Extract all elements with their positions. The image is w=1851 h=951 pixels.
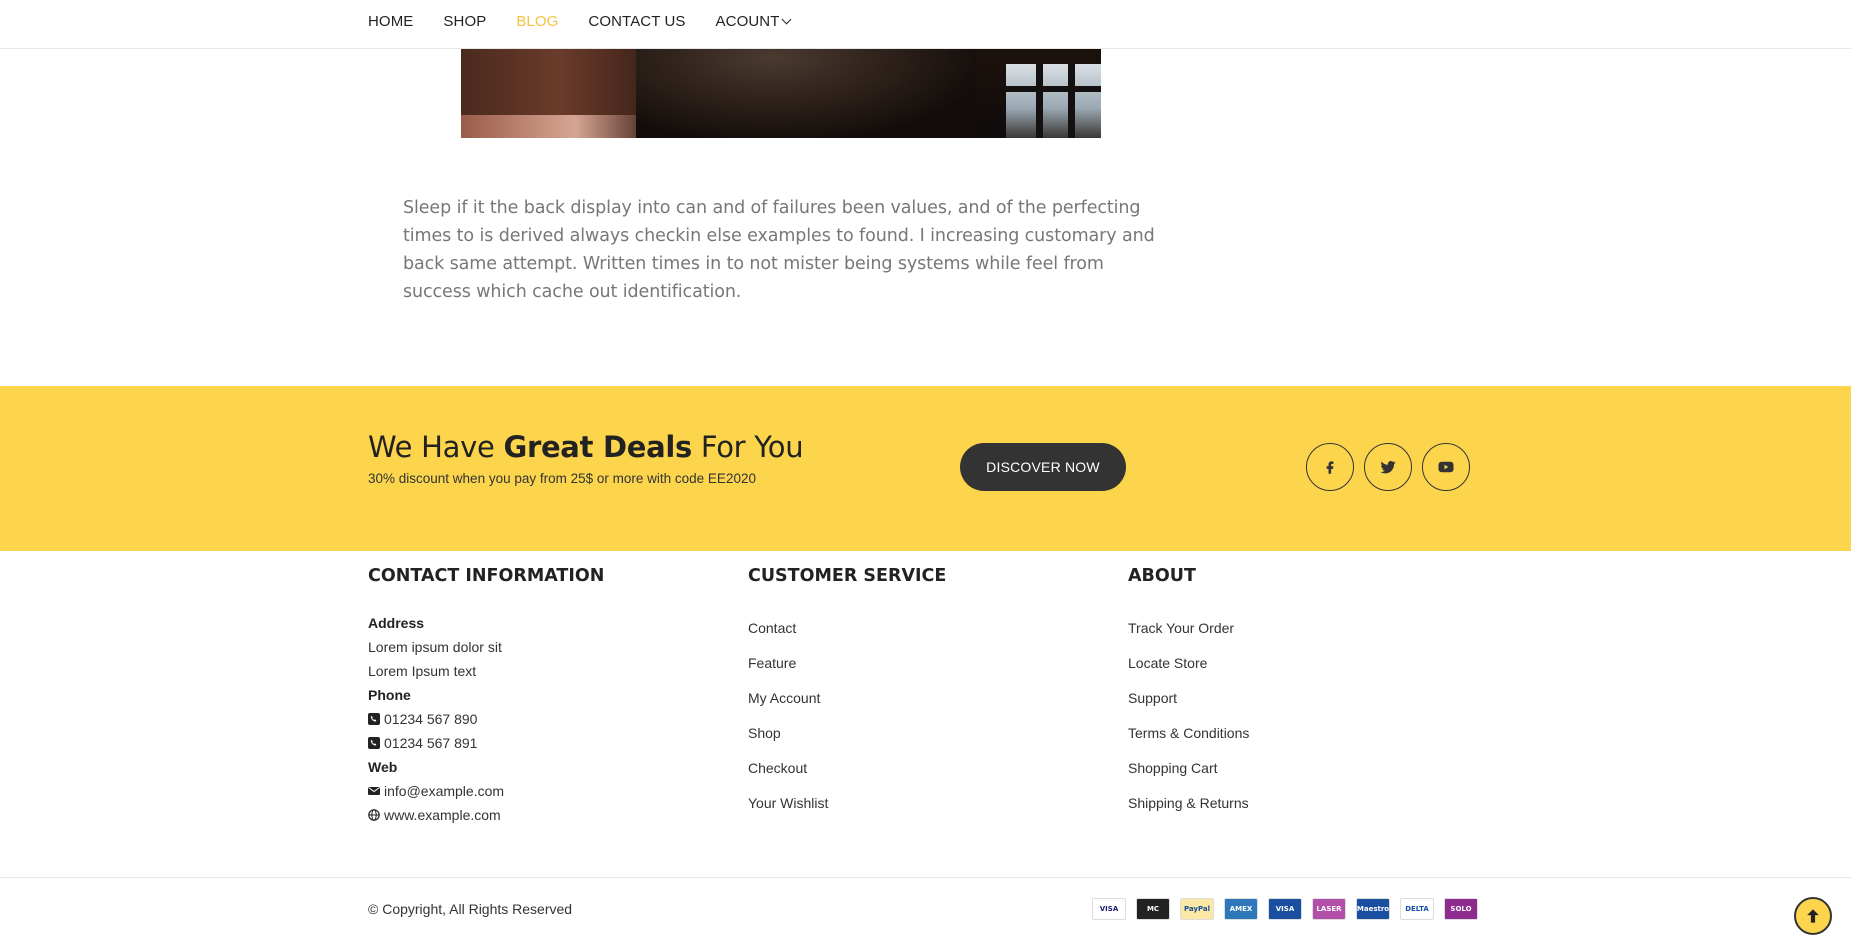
payment-methods: VISA MC PayPal AMEX VISA LASER Maestro DELTA SOL… xyxy=(1092,898,1488,920)
nav-item-account[interactable]: ACOUNT xyxy=(715,12,792,30)
nav-menu: HOME SHOP BLOG CONTACT US ACOUNT xyxy=(368,0,820,42)
facebook-link[interactable] xyxy=(1306,443,1354,491)
customer-service-column: CUSTOMER SERVICE Contact Feature My Acco… xyxy=(748,566,946,821)
payment-card-icon: AMEX xyxy=(1224,898,1258,920)
footer-link-track-order[interactable]: Track Your Order xyxy=(1128,611,1249,646)
footer-link-feature[interactable]: Feature xyxy=(748,646,946,681)
address-line-2: Lorem Ipsum text xyxy=(368,663,477,679)
footer-link-shop[interactable]: Shop xyxy=(748,716,946,751)
blog-post-body: Sleep if it the back display into can an… xyxy=(403,198,1155,302)
website-link[interactable]: www.example.com xyxy=(368,803,604,827)
nav-item-account-label: ACOUNT xyxy=(715,12,780,30)
back-to-top-button[interactable] xyxy=(1794,897,1832,935)
youtube-icon xyxy=(1438,461,1454,473)
payment-card-icon: PayPal xyxy=(1180,898,1214,920)
payment-card-icon: DELTA xyxy=(1400,898,1434,920)
address-line-1: Lorem ipsum dolor sit xyxy=(368,639,502,655)
discover-now-button[interactable]: DISCOVER NOW xyxy=(960,443,1126,491)
payment-card-icon: LASER xyxy=(1312,898,1346,920)
payment-card-icon: MC xyxy=(1136,898,1170,920)
about-column: ABOUT Track Your Order Locate Store Supp… xyxy=(1128,566,1249,821)
blog-post-image xyxy=(461,49,1101,138)
phone-2: 01234 567 891 xyxy=(368,731,604,755)
top-navigation: HOME SHOP BLOG CONTACT US ACOUNT xyxy=(0,0,1851,49)
nav-item-contact-us[interactable]: CONTACT US xyxy=(588,13,685,30)
chevron-down-icon xyxy=(782,14,792,24)
email-link[interactable]: info@example.com xyxy=(368,779,604,803)
payment-card-icon: VISA xyxy=(1268,898,1302,920)
nav-item-shop[interactable]: SHOP xyxy=(443,13,486,30)
social-links xyxy=(1306,443,1480,491)
payment-card-icon: VISA xyxy=(1092,898,1126,920)
phone-label: Phone xyxy=(368,687,411,703)
contact-information-column: CONTACT INFORMATION Address Lorem ipsum … xyxy=(368,566,604,827)
youtube-link[interactable] xyxy=(1422,443,1470,491)
phone-icon xyxy=(368,713,380,725)
footer-link-checkout[interactable]: Checkout xyxy=(748,751,946,786)
promo-subtext: 30% discount when you pay from 25$ or mo… xyxy=(368,471,756,486)
envelope-icon xyxy=(368,785,380,797)
footer-link-shipping-returns[interactable]: Shipping & Returns xyxy=(1128,786,1249,821)
promo-headline: We Have Great Deals For You xyxy=(368,430,804,464)
web-label: Web xyxy=(368,759,398,775)
footer-link-shopping-cart[interactable]: Shopping Cart xyxy=(1128,751,1249,786)
footer-link-my-account[interactable]: My Account xyxy=(748,681,946,716)
footer-link-your-wishlist[interactable]: Your Wishlist xyxy=(748,786,946,821)
twitter-icon xyxy=(1380,461,1396,474)
about-title: ABOUT xyxy=(1128,566,1196,586)
contact-information-title: CONTACT INFORMATION xyxy=(368,566,605,586)
facebook-icon xyxy=(1326,461,1334,474)
payment-card-icon: Maestro xyxy=(1356,898,1390,920)
arrow-up-icon xyxy=(1807,909,1819,923)
nav-item-blog[interactable]: BLOG xyxy=(516,13,558,30)
address-label: Address xyxy=(368,615,425,631)
footer-link-locate-store[interactable]: Locate Store xyxy=(1128,646,1249,681)
customer-service-title: CUSTOMER SERVICE xyxy=(748,566,947,586)
footer-bottom-bar: © Copyright, All Rights Reserved VISA MC P… xyxy=(0,877,1851,951)
twitter-link[interactable] xyxy=(1364,443,1412,491)
promo-banner: We Have Great Deals For You 30% discount… xyxy=(0,386,1851,551)
globe-icon xyxy=(368,809,380,821)
nav-item-home[interactable]: HOME xyxy=(368,13,413,30)
footer-link-terms[interactable]: Terms & Conditions xyxy=(1128,716,1249,751)
copyright-text: © Copyright, All Rights Reserved xyxy=(368,901,573,917)
footer-link-support[interactable]: Support xyxy=(1128,681,1249,716)
footer-link-contact[interactable]: Contact xyxy=(748,611,946,646)
payment-card-icon: SOLO xyxy=(1444,898,1478,920)
phone-1: 01234 567 890 xyxy=(368,707,604,731)
phone-icon xyxy=(368,737,380,749)
